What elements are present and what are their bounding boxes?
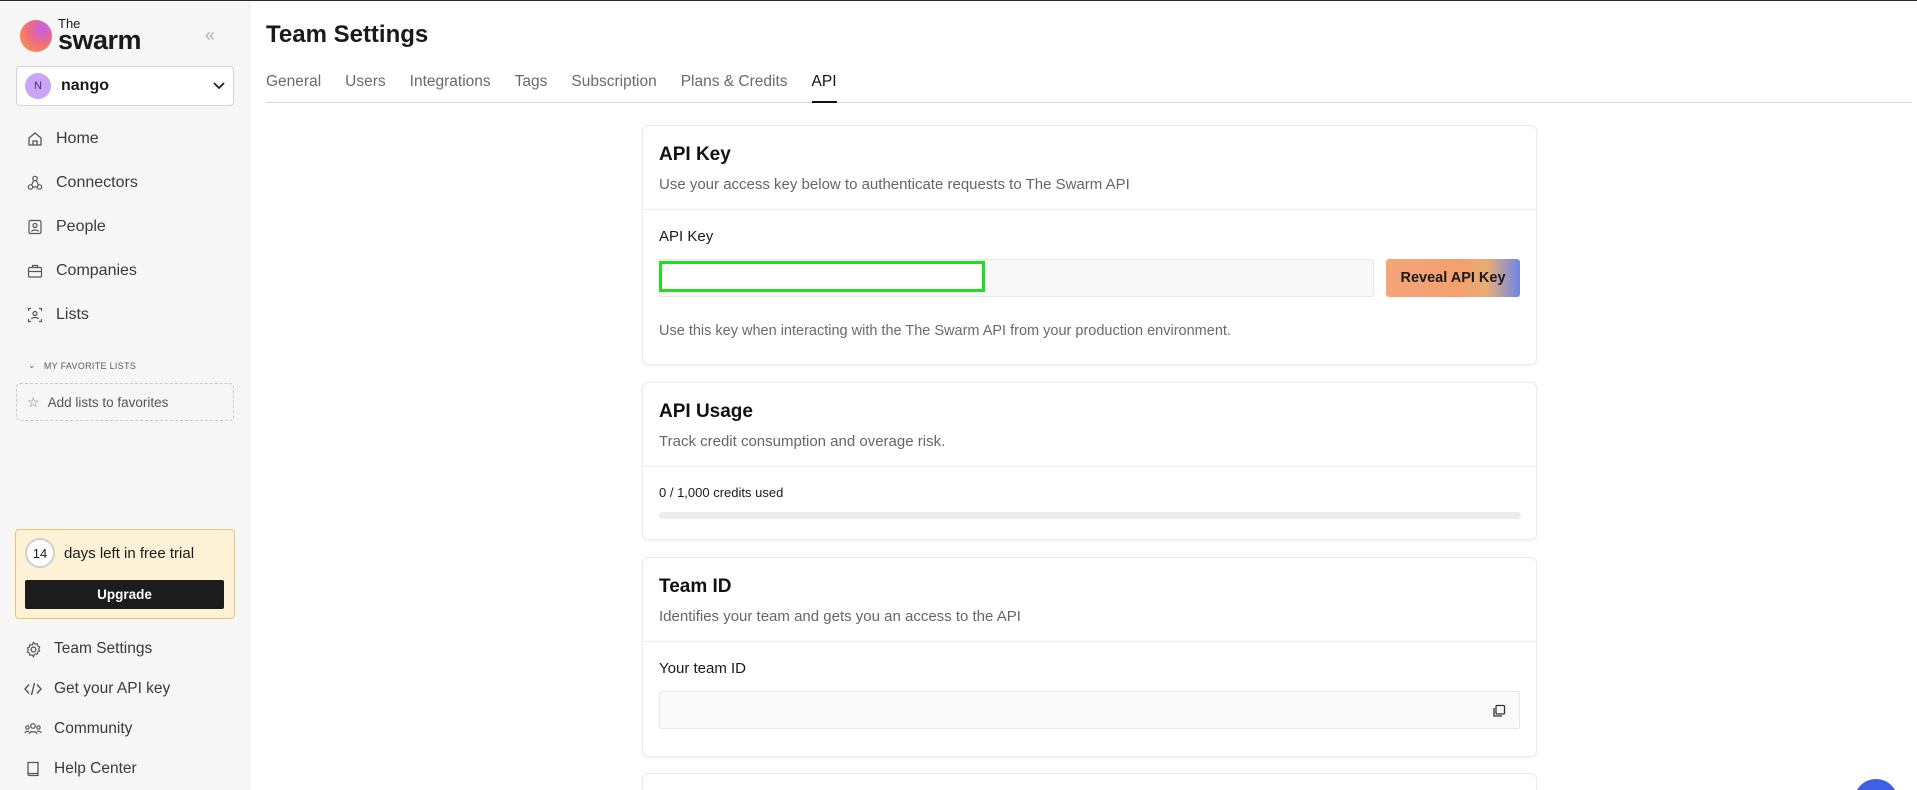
team-id-card: Team ID Identifies your team and gets yo… <box>642 557 1537 757</box>
nav-label: People <box>56 218 106 235</box>
next-settings-card <box>642 773 1537 790</box>
copy-icon[interactable] <box>1491 703 1507 719</box>
card-title: Team ID <box>659 576 732 597</box>
add-favorites-button[interactable]: ☆ Add lists to favorites <box>16 383 234 421</box>
upgrade-button[interactable]: Upgrade <box>25 580 224 609</box>
api-key-card: API Key Use your access key below to aut… <box>642 125 1537 365</box>
lists-icon <box>26 306 44 324</box>
nav-label: Lists <box>56 306 89 323</box>
community-icon <box>24 720 42 738</box>
nav-item-team-settings[interactable]: Team Settings <box>14 629 236 669</box>
card-title: API Usage <box>659 401 753 422</box>
tab-users[interactable]: Users <box>345 73 385 103</box>
nav-item-lists[interactable]: Lists <box>16 293 236 337</box>
trial-banner: 14 days left in free trial Upgrade <box>15 529 235 619</box>
team-id-label: Your team ID <box>659 660 746 677</box>
trial-text: days left in free trial <box>64 545 195 562</box>
main-nav: Home Connectors People Companies Lists <box>16 117 236 337</box>
code-icon <box>24 680 42 698</box>
card-subtitle: Identifies your team and gets you an acc… <box>659 608 1021 625</box>
main-content: Team Settings General Users Integrations… <box>250 1 1917 790</box>
nav-item-help-center[interactable]: Help Center <box>14 749 236 789</box>
nav-item-connectors[interactable]: Connectors <box>16 161 236 205</box>
nav-label: Community <box>54 720 133 737</box>
connectors-icon <box>26 174 44 192</box>
avatar: N <box>25 73 51 99</box>
api-key-help-text: Use this key when interacting with the T… <box>659 323 1231 339</box>
star-icon: ☆ <box>27 393 40 410</box>
nav-item-companies[interactable]: Companies <box>16 249 236 293</box>
bottom-nav: Team Settings Get your API key Community… <box>14 629 236 789</box>
tab-subscription[interactable]: Subscription <box>571 73 656 103</box>
favorites-header-label: MY FAVORITE LISTS <box>43 360 137 371</box>
nav-label: Connectors <box>56 174 138 191</box>
tab-tags[interactable]: Tags <box>515 73 548 103</box>
brand-logo[interactable]: The swarm <box>20 17 142 55</box>
add-favorites-label: Add lists to favorites <box>47 394 169 410</box>
nav-label: Home <box>56 130 99 147</box>
api-key-label: API Key <box>659 228 714 245</box>
people-icon <box>26 218 44 236</box>
card-subtitle: Track credit consumption and overage ris… <box>659 433 946 450</box>
nav-label: Team Settings <box>54 640 153 657</box>
api-key-field-box <box>659 259 1374 297</box>
app-window: The swarm « N nango Home Connectors Peop… <box>0 0 1917 790</box>
nav-label: Companies <box>56 262 137 279</box>
brand-name: swarm <box>58 25 142 55</box>
nav-label: Get your API key <box>54 680 171 697</box>
brand-orb-icon <box>20 19 52 52</box>
tab-general[interactable]: General <box>266 73 321 103</box>
card-subtitle: Use your access key below to authenticat… <box>659 176 1130 193</box>
team-selector[interactable]: N nango <box>16 66 234 106</box>
book-icon <box>24 760 42 778</box>
nav-item-get-api-key[interactable]: Get your API key <box>14 669 236 709</box>
nav-item-community[interactable]: Community <box>14 709 236 749</box>
nav-item-people[interactable]: People <box>16 205 236 249</box>
chevron-down-icon: ⌄ <box>28 360 36 370</box>
page-title: Team Settings <box>266 21 429 48</box>
trial-days-count: 14 <box>25 538 55 568</box>
briefcase-icon <box>26 262 44 280</box>
api-usage-card: API Usage Track credit consumption and o… <box>642 382 1537 540</box>
favorites-header[interactable]: ⌄ MY FAVORITE LISTS <box>28 360 136 371</box>
team-name: nango <box>61 77 109 94</box>
tab-api[interactable]: API <box>811 73 837 103</box>
reveal-api-key-button[interactable]: Reveal API Key <box>1386 259 1520 297</box>
sidebar: The swarm « N nango Home Connectors Peop… <box>0 1 250 790</box>
tab-integrations[interactable]: Integrations <box>410 73 491 103</box>
nav-label: Help Center <box>54 760 137 777</box>
chevron-down-icon <box>213 82 225 90</box>
tab-plans-credits[interactable]: Plans & Credits <box>681 73 788 103</box>
credits-progress-bar <box>659 512 1521 519</box>
settings-tabs: General Users Integrations Tags Subscrip… <box>266 73 1912 103</box>
home-icon <box>26 130 44 148</box>
collapse-sidebar-icon[interactable]: « <box>205 25 215 46</box>
api-key-input[interactable] <box>660 260 1373 296</box>
card-title: API Key <box>659 144 731 165</box>
nav-item-home[interactable]: Home <box>16 117 236 161</box>
team-id-field[interactable] <box>659 691 1520 729</box>
gear-icon <box>24 640 42 658</box>
credits-used-text: 0 / 1,000 credits used <box>659 485 784 500</box>
